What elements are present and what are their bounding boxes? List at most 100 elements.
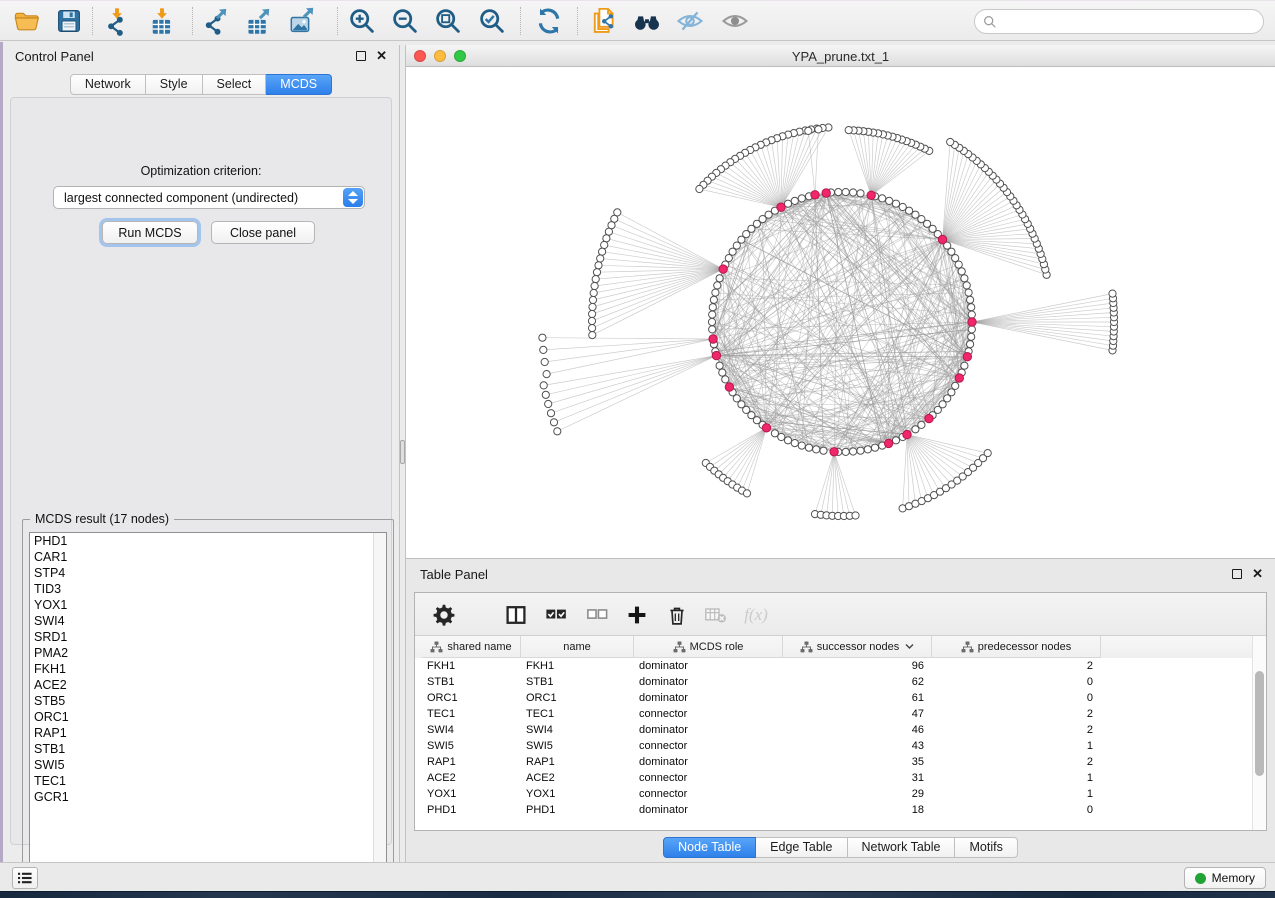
graph-node[interactable] xyxy=(719,369,726,376)
graph-node[interactable] xyxy=(778,433,785,440)
graph-node[interactable] xyxy=(554,428,561,435)
graph-node[interactable] xyxy=(961,275,968,282)
zoom-selected-button[interactable] xyxy=(475,4,509,38)
float-icon[interactable] xyxy=(1232,569,1242,579)
import-network-button[interactable] xyxy=(100,4,134,38)
table-row[interactable]: FKH1FKH1dominator962 xyxy=(422,658,1252,674)
tab-mcds[interactable]: MCDS xyxy=(266,74,332,95)
list-item[interactable]: SRD1 xyxy=(30,629,386,645)
graph-hub-node[interactable] xyxy=(903,430,911,438)
graph-node[interactable] xyxy=(871,444,878,451)
graph-node[interactable] xyxy=(842,189,849,196)
graph-hub-node[interactable] xyxy=(830,448,838,456)
import-table-button[interactable] xyxy=(145,4,179,38)
mcds-result-list[interactable]: PHD1CAR1STP4TID3YOX1SWI4SRD1PMA2FKH1ACE2… xyxy=(29,532,387,884)
show-all-button[interactable] xyxy=(718,4,752,38)
zoom-out-button[interactable] xyxy=(388,4,422,38)
graph-node[interactable] xyxy=(722,376,729,383)
save-button[interactable] xyxy=(52,4,86,38)
graph-node[interactable] xyxy=(708,318,715,325)
close-icon[interactable]: ✕ xyxy=(1252,569,1263,579)
graph-node[interactable] xyxy=(589,325,596,332)
list-item[interactable]: SWI4 xyxy=(30,613,386,629)
select-all-columns-button[interactable] xyxy=(541,600,571,630)
list-item[interactable]: GCR1 xyxy=(30,789,386,805)
graph-node[interactable] xyxy=(539,334,546,341)
export-network-button[interactable] xyxy=(200,4,234,38)
graph-node[interactable] xyxy=(961,362,968,369)
graph-hub-node[interactable] xyxy=(762,424,770,432)
graph-node[interactable] xyxy=(850,189,857,196)
graph-node[interactable] xyxy=(543,371,550,378)
column-header-successor-nodes[interactable]: successor nodes xyxy=(783,636,932,658)
close-icon[interactable]: ✕ xyxy=(376,51,387,61)
graph-hub-node[interactable] xyxy=(968,318,976,326)
table-row[interactable]: TEC1TEC1connector472 xyxy=(422,706,1252,722)
graph-hub-node[interactable] xyxy=(712,351,720,359)
network-from-selection-button[interactable] xyxy=(587,4,621,38)
graph-node[interactable] xyxy=(952,382,959,389)
graph-node[interactable] xyxy=(603,235,610,242)
graph-hub-node[interactable] xyxy=(884,439,892,447)
graph-node[interactable] xyxy=(716,362,723,369)
graph-node[interactable] xyxy=(791,440,798,447)
graph-node[interactable] xyxy=(541,358,548,365)
list-item[interactable]: SWI5 xyxy=(30,757,386,773)
graph-node[interactable] xyxy=(857,447,864,454)
graph-node[interactable] xyxy=(813,446,820,453)
graph-node[interactable] xyxy=(879,195,886,202)
graph-node[interactable] xyxy=(958,268,965,275)
column-header-MCDS-role[interactable]: MCDS role xyxy=(634,636,783,658)
graph-node[interactable] xyxy=(593,269,600,276)
tab-node-table[interactable]: Node Table xyxy=(663,837,756,858)
table-row[interactable]: ORC1ORC1dominator610 xyxy=(422,690,1252,706)
graph-node[interactable] xyxy=(540,346,547,353)
graph-node[interactable] xyxy=(542,391,549,398)
graph-node[interactable] xyxy=(798,195,805,202)
graph-node[interactable] xyxy=(968,333,975,340)
graph-node[interactable] xyxy=(599,248,606,255)
table-row[interactable]: SWI5SWI5connector431 xyxy=(422,738,1252,754)
network-canvas[interactable] xyxy=(406,67,1275,558)
graph-node[interactable] xyxy=(798,442,805,449)
table-row[interactable]: PHD1PHD1dominator180 xyxy=(422,802,1252,818)
hide-selected-button[interactable] xyxy=(673,4,707,38)
splitter-handle-icon[interactable] xyxy=(400,440,405,464)
column-header-shared-name[interactable]: shared name xyxy=(422,636,521,658)
graph-node[interactable] xyxy=(716,275,723,282)
column-header-name[interactable]: name xyxy=(521,636,634,658)
scrollbar-thumb[interactable] xyxy=(1255,671,1264,776)
graph-node[interactable] xyxy=(791,197,798,204)
graph-node[interactable] xyxy=(967,296,974,303)
list-item[interactable]: FKH1 xyxy=(30,661,386,677)
table-row[interactable]: ACE2ACE2connector311 xyxy=(422,770,1252,786)
list-item[interactable]: ORC1 xyxy=(30,709,386,725)
list-item[interactable]: PMA2 xyxy=(30,645,386,661)
graph-node[interactable] xyxy=(1109,290,1116,297)
graph-node[interactable] xyxy=(712,289,719,296)
graph-hub-node[interactable] xyxy=(719,265,727,273)
graph-node[interactable] xyxy=(709,326,716,333)
list-item[interactable]: CAR1 xyxy=(30,549,386,565)
graph-node[interactable] xyxy=(589,332,596,339)
graph-node[interactable] xyxy=(540,382,547,389)
graph-hub-node[interactable] xyxy=(867,191,875,199)
graph-hub-node[interactable] xyxy=(777,203,785,211)
graph-node[interactable] xyxy=(591,282,598,289)
graph-node[interactable] xyxy=(709,304,716,311)
export-image-button[interactable] xyxy=(287,4,321,38)
list-item[interactable]: PHD1 xyxy=(30,533,386,549)
list-item[interactable]: RAP1 xyxy=(30,725,386,741)
graph-node[interactable] xyxy=(886,197,893,204)
list-item[interactable]: ACE2 xyxy=(30,677,386,693)
graph-node[interactable] xyxy=(892,200,899,207)
task-history-button[interactable] xyxy=(12,867,38,889)
panel-splitter[interactable] xyxy=(399,45,406,862)
tab-style[interactable]: Style xyxy=(146,74,203,95)
graph-node[interactable] xyxy=(805,127,812,134)
graph-node[interactable] xyxy=(965,289,972,296)
zoom-in-button[interactable] xyxy=(345,4,379,38)
result-list-scrollbar[interactable] xyxy=(373,533,386,883)
graph-node[interactable] xyxy=(850,448,857,455)
graph-node[interactable] xyxy=(857,190,864,197)
